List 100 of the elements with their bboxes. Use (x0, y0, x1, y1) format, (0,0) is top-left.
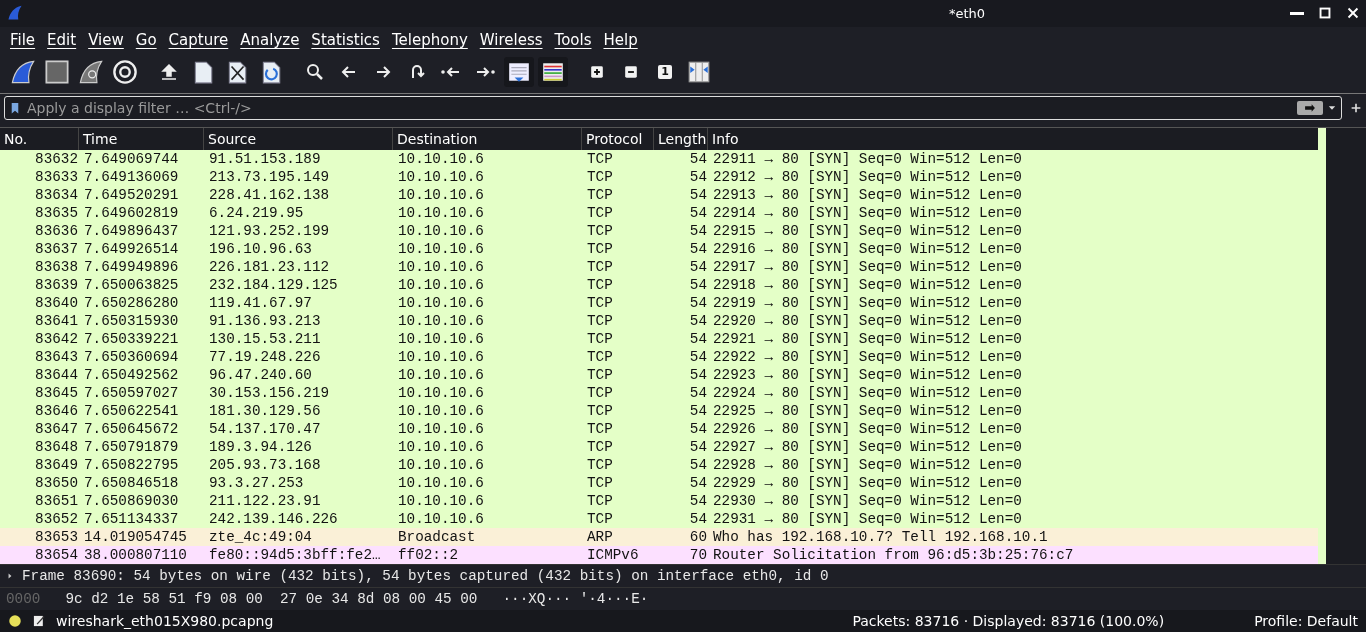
display-filter-field[interactable]: Apply a display filter … <Ctrl-/> (4, 96, 1342, 121)
table-cell-text: 83646 (34, 402, 78, 421)
apply-filter-button[interactable] (1297, 101, 1323, 116)
table-cell-text: 10.10.10.6 (397, 492, 485, 511)
packet-detail[interactable]: Frame 83690: 54 bytes on wire (432 bits), 54 bytes captured (432 bits) on interface eth0, id 0 (22, 568, 829, 585)
menu-item[interactable]: Capture (162, 30, 235, 49)
packet-row[interactable]: 83642 7.650339221 130.15.53.211 10.10.10.6 TCP 54 22921 → 80 [SYN] Seq=0 Win=512 Len=0 (0, 330, 1318, 349)
table-cell-text: 7.650791879 (83, 438, 180, 457)
table-cell-text: 22916 → 80 [SYN] Seq=0 Win=512 Len=0 (712, 240, 1023, 259)
menu-item[interactable]: View (82, 30, 130, 49)
table-cell-text: 10.10.10.6 (397, 384, 485, 403)
scrollbar-thumb[interactable] (1318, 128, 1326, 565)
menu-item[interactable]: Tools (548, 30, 598, 49)
table-cell-text: 7.650360694 (83, 348, 180, 367)
packet-row[interactable]: 83650 7.650846518 93.3.27.253 10.10.10.6 TCP 54 22929 → 80 [SYN] Seq=0 Win=512 Len=0 (0, 474, 1318, 493)
table-cell-text: 83640 (34, 294, 78, 313)
packet-row[interactable]: 83654 38.000807110 fe80::94d5:3bff:fe2… ff02::2 ICMPv6 70 Router Solicitation from 96:d5:3b:25:76:c7 (0, 546, 1318, 565)
table-cell-text: 54 (688, 150, 707, 169)
table-cell-text: zte_4c:49:04 (208, 528, 313, 547)
packet-row[interactable]: 83644 7.650492562 96.47.240.60 10.10.10.6 TCP 54 22923 → 80 [SYN] Seq=0 Win=512 Len=0 (0, 366, 1318, 385)
byte-offset: 0000 (6, 591, 41, 608)
table-cell-text: 7.649520291 (83, 186, 180, 205)
packet-row[interactable]: 83649 7.650822795 205.93.73.168 10.10.10.6 TCP 54 22928 → 80 [SYN] Seq=0 Win=512 Len=0 (0, 456, 1318, 475)
table-cell-text: 7.650339221 (83, 330, 180, 349)
packet-row[interactable]: 83634 7.649520291 228.41.162.138 10.10.10.6 TCP 54 22913 → 80 [SYN] Seq=0 Win=512 Len=0 (0, 186, 1318, 205)
table-cell-text: 7.650492562 (83, 366, 180, 385)
table-cell-text: TCP (586, 402, 614, 421)
table-cell-text: 83644 (34, 366, 78, 385)
table-cell-text: TCP (586, 492, 614, 511)
packet-row[interactable]: 83651 7.650869030 211.122.23.91 10.10.10.6 TCP 54 22930 → 80 [SYN] Seq=0 Win=512 Len=0 (0, 492, 1318, 511)
table-cell-text: 83637 (34, 240, 78, 259)
table-cell-text: 54 (688, 366, 707, 385)
profile-label[interactable]: Profile: Default (1254, 613, 1358, 630)
table-cell-text: 242.139.146.226 (208, 510, 339, 529)
packet-row[interactable]: 83641 7.650315930 91.136.93.213 10.10.10.6 TCP 54 22920 → 80 [SYN] Seq=0 Win=512 Len=0 (0, 312, 1318, 331)
table-cell-text: 10.10.10.6 (397, 294, 485, 313)
plus-icon (1350, 102, 1362, 115)
table-cell-text: 30.153.156.219 (208, 384, 331, 403)
menu-item[interactable]: File (4, 30, 42, 49)
packet-row[interactable]: 83639 7.650063825 232.184.129.125 10.10.10.6 TCP 54 22918 → 80 [SYN] Seq=0 Win=512 Len=0 (0, 276, 1318, 295)
packet-row[interactable]: 83640 7.650286280 119.41.67.97 10.10.10.6 TCP 54 22919 → 80 [SYN] Seq=0 Win=512 Len=0 (0, 294, 1318, 313)
table-cell-text: TCP (586, 150, 614, 169)
packet-row[interactable]: 83653 14.019054745 zte_4c:49:04 Broadcast ARP 60 Who has 192.168.10.7? Tell 192.168.10.1 (0, 528, 1318, 547)
packet-row[interactable]: 83636 7.649896437 121.93.252.199 10.10.10.6 TCP 54 22915 → 80 [SYN] Seq=0 Win=512 Len=0 (0, 222, 1318, 241)
table-cell-text: 54 (688, 276, 707, 295)
menu-item[interactable]: Statistics (305, 30, 386, 49)
capture-file-name: wireshark_eth015X980.pcapng (56, 613, 274, 630)
table-cell-text: TCP (586, 420, 614, 439)
packet-row[interactable]: 83646 7.650622541 181.30.129.56 10.10.10.6 TCP 54 22925 → 80 [SYN] Seq=0 Win=512 Len=0 (0, 402, 1318, 421)
table-cell-text: 211.122.23.91 (208, 492, 322, 511)
packet-row[interactable]: 83645 7.650597027 30.153.156.219 10.10.10.6 TCP 54 22924 → 80 [SYN] Seq=0 Win=512 Len=0 (0, 384, 1318, 403)
table-cell-text: TCP (586, 384, 614, 403)
table-cell-text: TCP (586, 294, 614, 313)
table-cell-text: 6.24.219.95 (208, 204, 305, 223)
table-cell-text: 83650 (34, 474, 78, 493)
table-cell-text: 22913 → 80 [SYN] Seq=0 Win=512 Len=0 (712, 186, 1023, 205)
table-cell-text: 7.649136069 (83, 168, 180, 187)
packet-row[interactable]: 83652 7.651134337 242.139.146.226 10.10.10.6 TCP 54 22931 → 80 [SYN] Seq=0 Win=512 Len=0 (0, 510, 1318, 529)
table-cell-text: TCP (586, 510, 614, 529)
packet-row[interactable]: 83647 7.650645672 54.137.170.47 10.10.10.6 TCP 54 22926 → 80 [SYN] Seq=0 Win=512 Len=0 (0, 420, 1318, 439)
packet-row[interactable]: 83635 7.649602819 6.24.219.95 10.10.10.6 TCP 54 22914 → 80 [SYN] Seq=0 Win=512 Len=0 (0, 204, 1318, 223)
columns-icon (687, 59, 711, 84)
table-cell-text: Broadcast (397, 528, 477, 547)
table-cell-text: 7.650869030 (83, 492, 180, 511)
menu-item[interactable]: Go (129, 30, 163, 49)
edit-note-icon (32, 614, 46, 629)
table-cell-text: 83649 (34, 456, 78, 475)
autoscroll-button[interactable] (504, 56, 534, 87)
menu-item[interactable]: Help (597, 30, 644, 49)
table-cell-text: TCP (586, 168, 614, 187)
packet-row[interactable]: 83648 7.650791879 189.3.94.126 10.10.10.6 TCP 54 22927 → 80 [SYN] Seq=0 Win=512 Len=0 (0, 438, 1318, 457)
table-cell-text: 7.649926514 (83, 240, 180, 259)
packet-row[interactable]: 83633 7.649136069 213.73.195.149 10.10.10.6 TCP 54 22912 → 80 [SYN] Seq=0 Win=512 Len=0 (0, 168, 1318, 187)
fin-icon (10, 58, 36, 85)
packet-row[interactable]: 83637 7.649926514 196.10.96.63 10.10.10.6 TCP 54 22916 → 80 [SYN] Seq=0 Win=512 Len=0 (0, 240, 1318, 259)
table-cell-text: 22918 → 80 [SYN] Seq=0 Win=512 Len=0 (712, 276, 1023, 295)
colorize-button[interactable] (538, 56, 568, 87)
menu-item[interactable]: Edit (41, 30, 83, 49)
table-cell-text: 54.137.170.47 (208, 420, 322, 439)
table-cell-text: 83645 (34, 384, 78, 403)
menu-item[interactable]: Analyze (234, 30, 306, 49)
filter-text-input[interactable]: Apply a display filter … <Ctrl-/> (25, 99, 1293, 118)
menu-item[interactable]: Wireless (473, 30, 549, 49)
normal-size-button[interactable]: 1 (650, 56, 680, 87)
table-cell-text: 7.650597027 (83, 384, 180, 403)
table-cell-text: 54 (688, 510, 707, 529)
table-cell-text: 22921 → 80 [SYN] Seq=0 Win=512 Len=0 (712, 330, 1023, 349)
table-cell-text: 83632 (34, 150, 78, 169)
column-header[interactable]: No. (0, 128, 78, 151)
table-cell-text: 83648 (34, 438, 78, 457)
packet-row[interactable]: 83632 7.649069744 91.51.153.189 10.10.10.6 TCP 54 22911 → 80 [SYN] Seq=0 Win=512 Len=0 (0, 150, 1318, 169)
table-cell-text: 7.650286280 (83, 294, 180, 313)
table-cell-text: 196.10.96.63 (208, 240, 313, 259)
menu-item[interactable]: Telephony (385, 30, 474, 49)
table-cell-text: 10.10.10.6 (397, 402, 485, 421)
table-cell-text: 22925 → 80 [SYN] Seq=0 Win=512 Len=0 (712, 402, 1023, 421)
packet-row[interactable]: 83638 7.649949896 226.181.23.112 10.10.10.6 TCP 54 22917 → 80 [SYN] Seq=0 Win=512 Len=0 (0, 258, 1318, 277)
close-icon (1346, 6, 1360, 21)
packet-row[interactable]: 83643 7.650360694 77.19.248.226 10.10.10.6 TCP 54 22922 → 80 [SYN] Seq=0 Win=512 Len=0 (0, 348, 1318, 367)
table-cell-text: 54 (688, 240, 707, 259)
